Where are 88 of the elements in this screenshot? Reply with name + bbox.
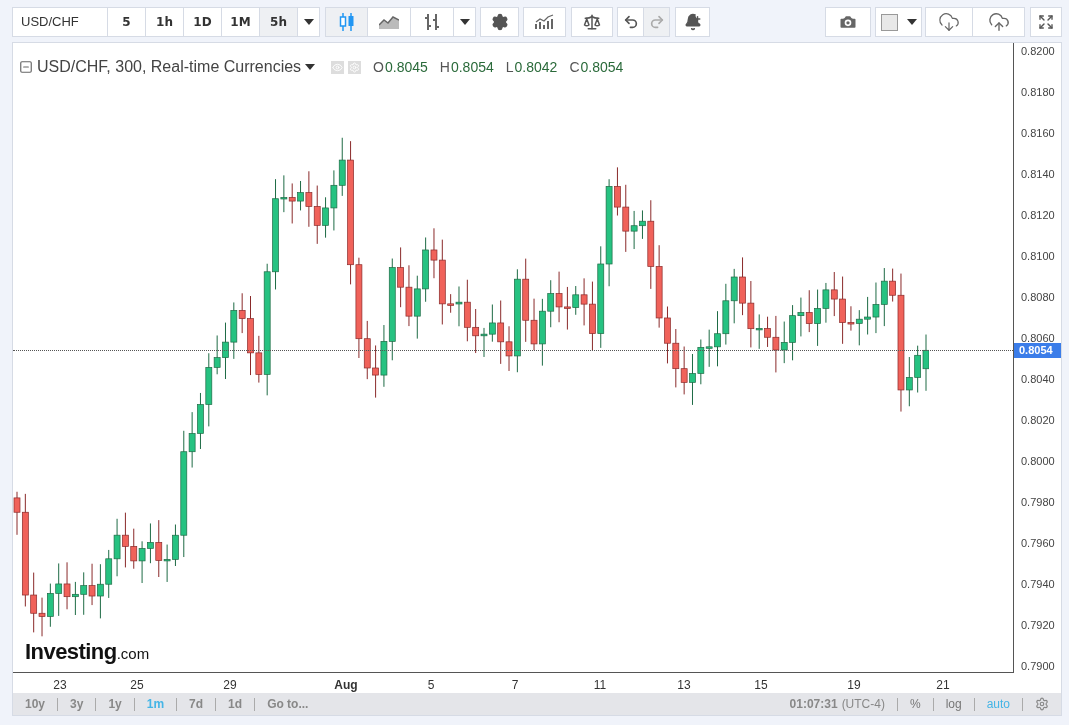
color-picker-button[interactable] bbox=[875, 7, 922, 37]
price-label: 0.8180 bbox=[1021, 85, 1055, 99]
price-label: 0.8000 bbox=[1021, 454, 1055, 468]
chart-type-button[interactable] bbox=[325, 7, 368, 37]
ohlc-value: 0.8042 bbox=[514, 57, 558, 77]
price-label: 0.7940 bbox=[1021, 577, 1055, 591]
indicators-icon bbox=[534, 14, 555, 30]
collapse-icon[interactable] bbox=[19, 60, 33, 74]
date-label: 7 bbox=[511, 677, 519, 695]
symbol-field[interactable]: USD/CHF bbox=[12, 7, 108, 37]
price-label: 0.7960 bbox=[1021, 536, 1055, 550]
compare-button[interactable] bbox=[571, 7, 613, 37]
interval-dropdown-button[interactable] bbox=[298, 7, 320, 37]
save-chart-button[interactable] bbox=[973, 7, 1025, 37]
ohlc-value: 0.8045 bbox=[384, 57, 428, 77]
ohlc-label: L bbox=[505, 57, 514, 77]
chart-type-button[interactable] bbox=[368, 7, 411, 37]
date-label: 19 bbox=[847, 677, 861, 695]
price-label: 0.8160 bbox=[1021, 126, 1055, 140]
legend-title: USD/CHF, 300, Real-time Currencies bbox=[37, 57, 302, 77]
area-chart-icon bbox=[379, 15, 399, 29]
price-label: 0.8120 bbox=[1021, 208, 1055, 222]
ohlc-label: H bbox=[439, 57, 450, 77]
caret-icon bbox=[459, 19, 470, 25]
chart-type-button[interactable] bbox=[411, 7, 454, 37]
range-button[interactable]: 1y bbox=[96, 695, 134, 713]
snapshot-button[interactable] bbox=[825, 7, 871, 37]
chart-type-dropdown-button[interactable] bbox=[454, 7, 476, 37]
date-label: 29 bbox=[223, 677, 237, 695]
ohlc-value: 0.8054 bbox=[450, 57, 494, 77]
indicators-button[interactable] bbox=[523, 7, 566, 37]
caret-icon bbox=[305, 64, 316, 70]
undo-icon bbox=[622, 14, 639, 30]
interval-button[interactable]: 1M bbox=[222, 7, 260, 37]
ohlc-label: C bbox=[569, 57, 580, 77]
bell-plus-icon bbox=[683, 13, 702, 31]
interval-button[interactable]: 1D bbox=[184, 7, 222, 37]
current-price-tag: 0.8054 bbox=[1014, 343, 1061, 359]
timezone: (UTC-4) bbox=[841, 696, 885, 713]
date-label: 13 bbox=[677, 677, 691, 695]
logo: Investing.com bbox=[25, 638, 150, 666]
price-label: 0.8040 bbox=[1021, 372, 1055, 386]
fullscreen-icon bbox=[1038, 14, 1054, 30]
scale-option[interactable]: log bbox=[945, 695, 962, 713]
date-label: 5 bbox=[427, 677, 435, 695]
color-swatch bbox=[880, 13, 898, 31]
interval-button[interactable]: 1h bbox=[146, 7, 184, 37]
price-label: 0.7900 bbox=[1021, 659, 1055, 673]
range-button[interactable]: 1d bbox=[216, 695, 255, 713]
interval-button[interactable]: 5 bbox=[108, 7, 146, 37]
price-label: 0.8140 bbox=[1021, 167, 1055, 181]
price-label: 0.8060 bbox=[1021, 331, 1055, 345]
ohlc-value: 0.8054 bbox=[580, 57, 624, 77]
price-label: 0.8020 bbox=[1021, 413, 1055, 427]
date-label: 11 bbox=[593, 677, 607, 695]
undo-button[interactable] bbox=[617, 7, 644, 37]
go-to-button[interactable]: Go to... bbox=[255, 695, 321, 713]
cloud-download-icon bbox=[938, 11, 960, 33]
date-label: 25 bbox=[130, 677, 144, 695]
ohlc-label: O bbox=[373, 57, 384, 77]
price-label: 0.8080 bbox=[1021, 290, 1055, 304]
redo-icon bbox=[648, 14, 665, 30]
settings-icon[interactable] bbox=[1035, 697, 1049, 711]
load-chart-button[interactable] bbox=[925, 7, 973, 37]
date-label: 21 bbox=[936, 677, 950, 695]
price-label: 0.8200 bbox=[1021, 44, 1055, 58]
clock-time: 01:07:31 bbox=[789, 696, 838, 713]
price-label: 0.8100 bbox=[1021, 249, 1055, 263]
range-button[interactable]: 3y bbox=[58, 695, 96, 713]
alert-button[interactable] bbox=[675, 7, 710, 37]
scale-option[interactable]: % bbox=[909, 695, 921, 713]
bar-chart-icon bbox=[424, 12, 440, 32]
date-label: 23 bbox=[53, 677, 67, 695]
price-label: 0.7920 bbox=[1021, 618, 1055, 632]
cloud-upload-icon bbox=[987, 11, 1010, 33]
date-label: 15 bbox=[754, 677, 768, 695]
candlestick-icon bbox=[338, 12, 355, 32]
caret-icon bbox=[906, 19, 917, 25]
range-button[interactable]: 10y bbox=[13, 695, 58, 713]
fullscreen-button[interactable] bbox=[1030, 7, 1062, 37]
settings-icon bbox=[490, 13, 509, 31]
scale-icon bbox=[583, 13, 601, 31]
caret-icon bbox=[303, 19, 314, 25]
date-label: Aug bbox=[334, 677, 358, 695]
price-label: 0.7980 bbox=[1021, 495, 1055, 509]
interval-button[interactable]: 5h bbox=[260, 7, 298, 37]
range-button[interactable]: 7d bbox=[177, 695, 216, 713]
settings-button[interactable] bbox=[480, 7, 519, 37]
